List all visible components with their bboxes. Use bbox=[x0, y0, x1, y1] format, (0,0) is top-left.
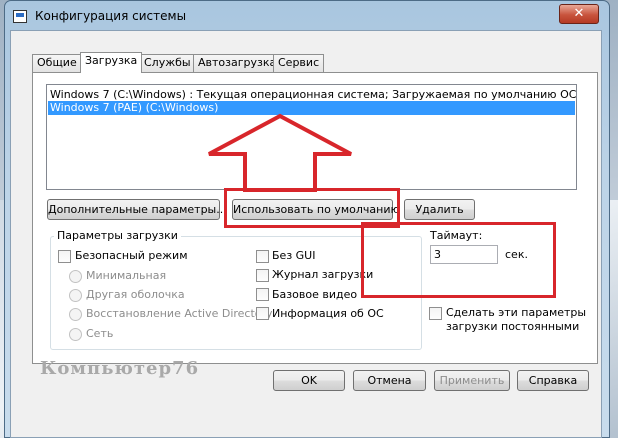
cancel-button[interactable]: Отмена bbox=[353, 370, 426, 391]
network-label: Сеть bbox=[86, 327, 114, 340]
annotation-red-box-timeout bbox=[361, 222, 556, 298]
watermark: Компьютер76 bbox=[40, 358, 200, 379]
make-permanent-checkbox[interactable] bbox=[429, 307, 442, 320]
apply-button[interactable]: Применить bbox=[434, 370, 510, 391]
base-video-checkbox[interactable] bbox=[256, 288, 269, 301]
no-gui-label: Без GUI bbox=[272, 249, 316, 262]
safe-mode-checkbox[interactable] bbox=[58, 250, 71, 263]
close-button[interactable]: ✕ bbox=[559, 4, 599, 24]
title-bar[interactable]: Конфигурация системы ✕ bbox=[5, 1, 609, 31]
tab-services[interactable]: Службы bbox=[139, 54, 196, 72]
alternate-shell-radio[interactable] bbox=[69, 289, 82, 302]
minimal-radio[interactable] bbox=[69, 270, 82, 283]
base-video-label: Базовое видео bbox=[272, 288, 358, 301]
boot-options-title: Параметры загрузки bbox=[54, 229, 181, 242]
help-button[interactable]: Справка bbox=[517, 370, 589, 391]
tab-boot[interactable]: Загрузка bbox=[80, 52, 143, 73]
minimal-label: Минимальная bbox=[86, 269, 167, 282]
msconfig-app-icon bbox=[13, 10, 27, 23]
make-permanent-label-1: Сделать эти параметры bbox=[446, 306, 587, 319]
tab-tools[interactable]: Сервис bbox=[273, 54, 325, 72]
boot-log-label: Журнал загрузки bbox=[272, 268, 374, 281]
annotation-arrow-icon bbox=[208, 113, 352, 192]
alternate-shell-label: Другая оболочка bbox=[86, 288, 185, 301]
safe-mode-label: Безопасный режим bbox=[75, 249, 188, 262]
window-title: Конфигурация системы bbox=[35, 9, 187, 23]
no-gui-checkbox[interactable] bbox=[256, 250, 269, 263]
os-list-item[interactable]: Windows 7 (C:\Windows) : Текущая операци… bbox=[48, 88, 576, 102]
delete-button[interactable]: Удалить bbox=[404, 199, 475, 220]
make-permanent-label-2: загрузки постоянными bbox=[446, 320, 580, 333]
os-boot-info-checkbox[interactable] bbox=[256, 307, 269, 320]
boot-log-checkbox[interactable] bbox=[256, 269, 269, 282]
advanced-options-button[interactable]: Дополнительные параметры... bbox=[47, 199, 227, 220]
ok-button[interactable]: OK bbox=[273, 370, 345, 391]
network-radio[interactable] bbox=[69, 328, 82, 341]
tab-general[interactable]: Общие bbox=[32, 54, 82, 72]
tab-startup[interactable]: Автозагрузка bbox=[193, 54, 282, 72]
ad-repair-label: Восстановление Active Directory bbox=[86, 307, 273, 320]
os-boot-info-label: Информация об ОС bbox=[272, 307, 384, 320]
ad-repair-radio[interactable] bbox=[69, 308, 82, 321]
